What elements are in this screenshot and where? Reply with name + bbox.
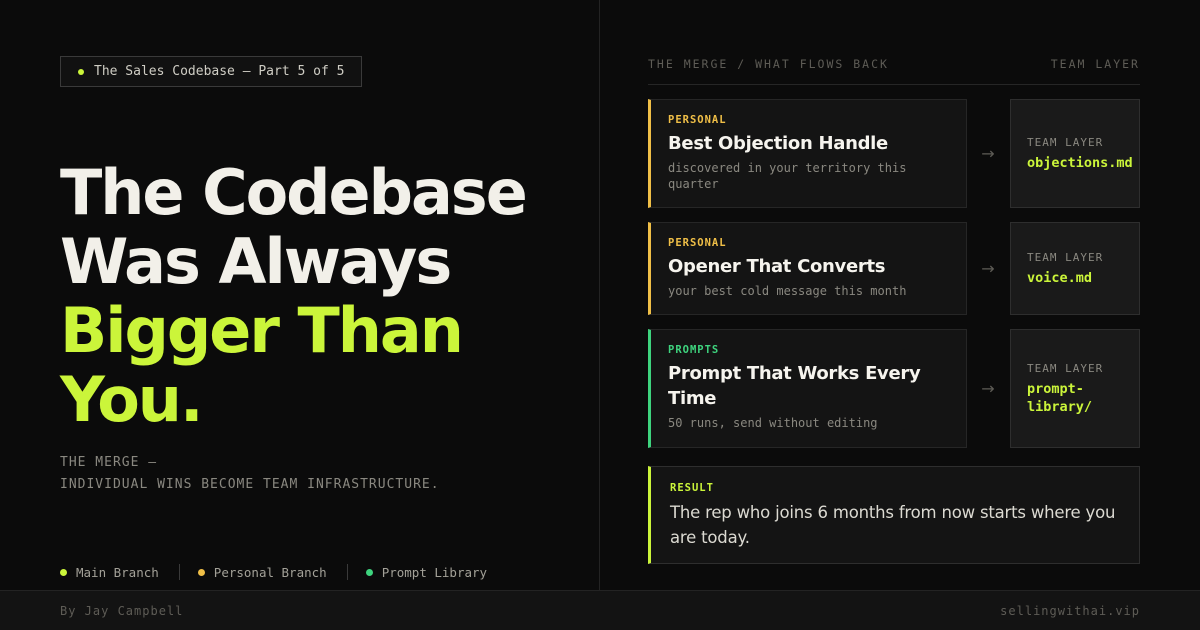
merge-header-label: THE MERGE / WHAT FLOWS BACK — [648, 57, 889, 71]
subtitle-line-1: THE MERGE — — [60, 455, 158, 470]
flow-title: Prompt That Works Every Time — [668, 363, 921, 409]
flow-description: 50 runs, send without editing — [668, 416, 878, 430]
headline-line-1: The Codebase — [60, 156, 528, 229]
result-kicker: RESULT — [670, 482, 714, 494]
team-layer-target: TEAM LAYER objections.md — [1010, 99, 1140, 208]
result-card: RESULT The rep who joins 6 months from n… — [648, 466, 1140, 564]
legend-item-prompt-library: Prompt Library — [365, 564, 488, 580]
team-layer-header-label: TEAM LAYER — [1050, 57, 1140, 71]
flow-row-objections: PERSONAL Best Objection Handle discovere… — [648, 99, 1140, 208]
legend-label: Personal Branch — [213, 564, 327, 580]
author-credit: By Jay Campbell — [60, 604, 184, 618]
arrow-right-icon: → — [981, 259, 995, 278]
flow-kicker: PERSONAL — [668, 114, 727, 126]
page-title: The Codebase Was Always Bigger Than You. — [60, 158, 590, 434]
target-kicker: TEAM LAYER — [1027, 250, 1104, 264]
subtitle: THE MERGE — INDIVIDUAL WINS BECOME TEAM … — [60, 452, 440, 496]
headline-line-4: You. — [60, 363, 204, 436]
headline-line-3: Bigger Than — [60, 294, 464, 367]
flow-row-voice: PERSONAL Opener That Converts your best … — [648, 222, 1140, 315]
target-file: voice.md — [1027, 269, 1093, 286]
flow-card: PERSONAL Best Objection Handle discovere… — [648, 99, 967, 208]
accent-dot-icon — [78, 69, 84, 75]
target-file: prompt-library/ — [1027, 380, 1093, 415]
flow-title: Opener That Converts — [668, 256, 886, 277]
target-kicker: TEAM LAYER — [1027, 135, 1104, 149]
series-tag-label: The Sales Codebase — Part 5 of 5 — [94, 64, 345, 79]
legend-label: Main Branch — [76, 564, 159, 580]
flow-kicker: PROMPTS — [668, 344, 720, 356]
personal-branch-dot-icon — [197, 568, 205, 576]
legend-label: Prompt Library — [381, 564, 488, 580]
result-text: The rep who joins 6 months from now star… — [670, 503, 1116, 547]
merge-panel-header: THE MERGE / WHAT FLOWS BACK TEAM LAYER — [648, 56, 1140, 85]
prompt-library-dot-icon — [365, 568, 373, 576]
arrow-right-icon: → — [981, 379, 995, 398]
main-branch-dot-icon — [60, 568, 67, 576]
team-layer-target: TEAM LAYER prompt-library/ — [1010, 329, 1140, 448]
subtitle-line-2: INDIVIDUAL WINS BECOME TEAM INFRASTRUCTU… — [60, 477, 440, 492]
legend-item-main-branch: Main Branch — [60, 565, 159, 580]
flow-row-prompt-library: PROMPTS Prompt That Works Every Time 50 … — [648, 329, 1140, 448]
headline-line-2: Was Always — [60, 225, 452, 298]
target-file: objections.md — [1027, 154, 1133, 171]
right-panel: THE MERGE / WHAT FLOWS BACK TEAM LAYER P… — [600, 0, 1200, 590]
legend-item-personal-branch: Personal Branch — [197, 564, 327, 580]
flow-kicker: PERSONAL — [668, 237, 727, 249]
flow-card: PROMPTS Prompt That Works Every Time 50 … — [648, 329, 967, 448]
site-link[interactable]: sellingwithai.vip — [1000, 604, 1140, 618]
target-kicker: TEAM LAYER — [1027, 361, 1104, 375]
legend-divider — [178, 564, 180, 580]
team-layer-target: TEAM LAYER voice.md — [1010, 222, 1140, 315]
flow-description: your best cold message this month — [668, 284, 907, 298]
legend-divider — [346, 564, 348, 580]
flow-card: PERSONAL Opener That Converts your best … — [648, 222, 967, 315]
arrow-right-icon: → — [981, 144, 995, 163]
series-tag: The Sales Codebase — Part 5 of 5 — [60, 56, 363, 87]
flow-description: discovered in your territory this quarte… — [668, 161, 907, 191]
flow-title: Best Objection Handle — [668, 133, 888, 154]
footer-bar: By Jay Campbell sellingwithai.vip — [0, 590, 1200, 630]
left-panel: The Sales Codebase — Part 5 of 5 The Cod… — [0, 0, 600, 590]
branch-legend: Main Branch Personal Branch Prompt Libra… — [60, 564, 487, 580]
